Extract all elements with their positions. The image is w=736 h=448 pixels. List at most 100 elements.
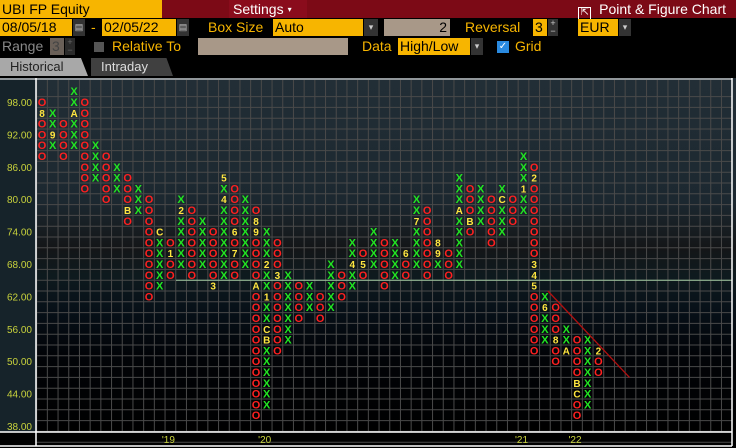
x-box: X (541, 291, 549, 303)
pf-column-x: X2XXXXX (177, 194, 185, 271)
o-box: O (316, 313, 325, 325)
o-box: O (166, 270, 175, 282)
o-box: O (59, 151, 68, 163)
settings-menu-button[interactable]: Settings ▾ (229, 0, 307, 18)
end-date-input[interactable]: 02/05/22 (102, 19, 176, 36)
relative-to-checkbox[interactable] (94, 42, 104, 52)
start-date-input[interactable]: 08/05/18 (0, 19, 72, 36)
x-box: X (306, 302, 314, 314)
x-box: X (349, 248, 357, 260)
pf-column-x: XXXX (92, 140, 100, 184)
o-box: O (530, 162, 539, 174)
pf-column-x: X6XXX (541, 291, 549, 346)
x-box: X (156, 281, 164, 293)
security-input[interactable]: UBI FP Equity (0, 0, 162, 18)
x-box: X (49, 119, 57, 131)
chevron-down-icon[interactable]: ▾ (364, 19, 378, 36)
reversal-input[interactable]: 3 (533, 19, 547, 36)
x-box: X (477, 216, 485, 228)
x-box: X (220, 270, 228, 282)
pf-column-o: O2OOOOOOO345OOOOOO (530, 162, 539, 358)
data-select[interactable]: High/Low (398, 38, 470, 55)
o-box: O (573, 367, 582, 379)
chevron-down-icon[interactable]: ▾ (619, 19, 631, 36)
x-box: X (413, 205, 421, 217)
minus-icon[interactable]: − (548, 27, 558, 36)
pf-column-o: OOO3OOOOOOO (273, 237, 282, 357)
pf-column-x: 5X4XXXXXXX (220, 174, 228, 282)
tab-intraday[interactable]: Intraday (91, 58, 173, 76)
pf-column-o: OOOOO (380, 237, 389, 292)
x-box: X (92, 173, 100, 185)
x-box: X (498, 183, 506, 195)
o-box: O (402, 270, 411, 282)
x-box: X (434, 259, 442, 271)
o-box: O (551, 324, 560, 336)
month-marker: C (263, 325, 270, 336)
o-box: O (123, 194, 132, 206)
o-box: O (530, 345, 539, 357)
x-box: X (70, 140, 78, 152)
box-value-input[interactable]: 2 (384, 19, 450, 36)
x-tick-label: '20 (258, 435, 271, 446)
month-marker: 3 (531, 260, 537, 271)
pf-column-o: O89OOOOAOOOOOOOOOOOO (252, 205, 261, 422)
x-box: X (456, 194, 464, 206)
range-input[interactable]: 3 (50, 38, 64, 55)
minus-icon[interactable]: − (65, 46, 75, 55)
pf-column-o: OOOOO (487, 194, 496, 249)
x-box: X (563, 335, 571, 347)
calendar-icon[interactable]: ▤ (177, 19, 189, 36)
o-box: O (81, 183, 90, 195)
o-box: O (337, 291, 346, 303)
calendar-icon[interactable]: ▤ (73, 19, 85, 36)
y-tick-label: 50.00 (7, 357, 32, 368)
x-tick-label: '22 (568, 435, 581, 446)
pf-column-o: OOO (444, 248, 453, 282)
o-box: O (102, 194, 111, 206)
reversal-stepper[interactable]: + − (548, 19, 558, 36)
pf-column-x: XXXXXXX (242, 194, 250, 271)
x-box: X (520, 205, 528, 217)
chart-title: ⇱ Point & Figure Chart (578, 0, 726, 20)
pf-column-o: OOOOBCOO (573, 335, 582, 423)
y-tick-label: 44.00 (7, 390, 32, 401)
x-axis: '19 '20 '21 '22 (162, 435, 582, 446)
x-box: X (413, 259, 421, 271)
x-box: X (220, 183, 228, 195)
currency-select[interactable]: EUR (578, 19, 618, 36)
pf-column-o: OOOBO (466, 183, 475, 238)
month-marker: B (573, 379, 580, 390)
pf-column-x: XXX2XX1XXCBXXXXXX (263, 227, 271, 412)
pf-column-x: XXXX (391, 237, 399, 281)
range-stepper[interactable]: + − (65, 38, 75, 55)
grid-checkbox[interactable]: ✓ (497, 41, 509, 53)
pf-column-x: XXXXX (327, 259, 335, 314)
pf-column-x: CXXXXX (156, 228, 164, 293)
pf-column-o: O8OOOO (38, 97, 47, 163)
o-box: O (252, 205, 261, 217)
o-box: O (145, 291, 154, 303)
o-box: O (273, 259, 282, 271)
x-box: X (135, 205, 143, 217)
box-size-select[interactable]: Auto (273, 19, 363, 36)
x-box: X (349, 281, 357, 293)
o-box: O (359, 248, 368, 260)
x-box: X (370, 259, 378, 271)
tab-historical[interactable]: Historical (0, 58, 88, 76)
chevron-down-icon: ▾ (287, 5, 292, 15)
relative-to-input[interactable] (198, 38, 348, 55)
pf-column-x: XX9X (49, 108, 57, 152)
pf-column-o: OOOOOOOOO (81, 97, 90, 195)
x-box: X (177, 259, 185, 271)
pf-column-x: XXAXXX (70, 86, 78, 152)
y-axis: 98.00 92.00 86.00 80.00 74.00 68.00 62.00 56.00… (0, 80, 36, 433)
chevron-down-icon[interactable]: ▾ (471, 38, 483, 55)
y-tick-label: 56.00 (7, 325, 32, 336)
o-box: O (230, 216, 239, 228)
y-tick-label: 92.00 (7, 130, 32, 141)
x-tick-label: '19 (162, 435, 175, 446)
o-box: O (551, 356, 560, 368)
o-box: O (123, 216, 132, 228)
o-box: O (466, 205, 475, 217)
